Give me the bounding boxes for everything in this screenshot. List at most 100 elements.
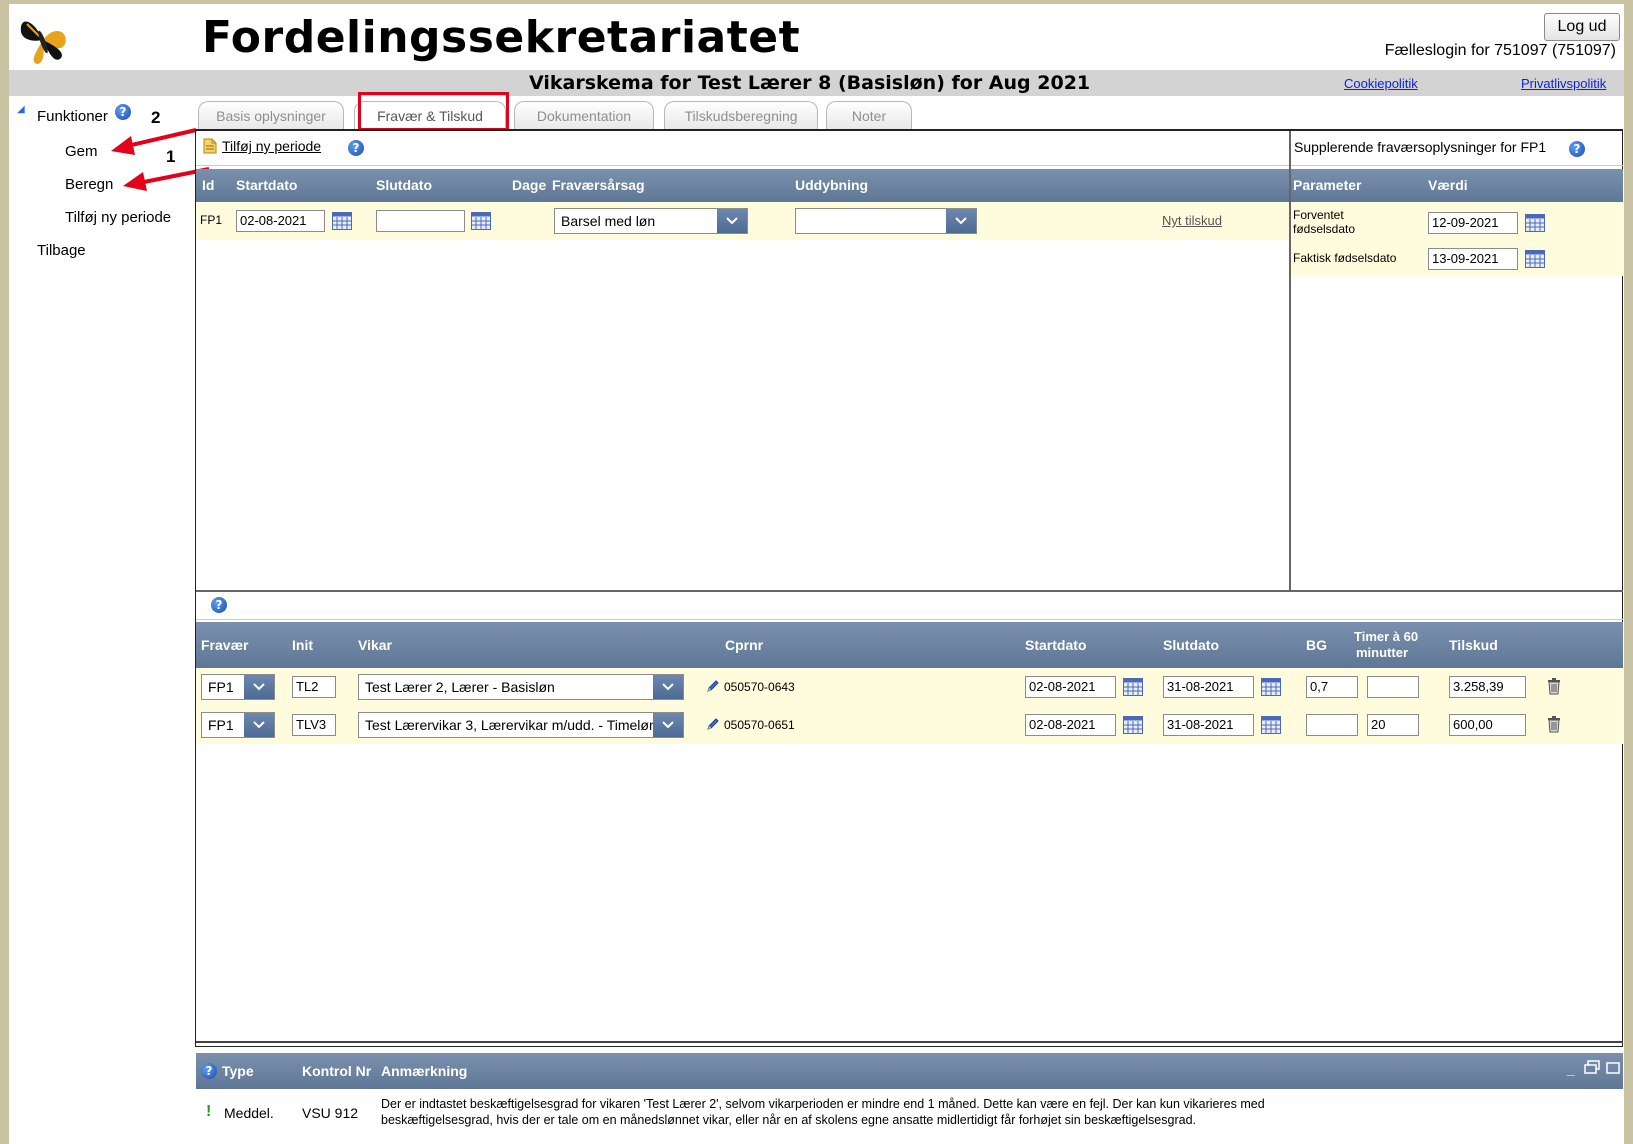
col-cprnr: Cprnr bbox=[725, 637, 764, 653]
help-icon[interactable]: ? bbox=[348, 140, 364, 156]
messages-table-header: ? Type Kontrol Nr Anmærkning _ bbox=[196, 1053, 1623, 1089]
chevron-down-icon[interactable] bbox=[946, 209, 976, 233]
col-tilskud: Tilskud bbox=[1449, 637, 1498, 653]
help-icon[interactable]: ? bbox=[211, 597, 227, 613]
bg-input[interactable]: 0,7 bbox=[1306, 676, 1358, 698]
sidebar-item-add-period[interactable]: Tilføj ny periode bbox=[65, 209, 171, 226]
chevron-down-icon[interactable] bbox=[653, 675, 683, 699]
supplement-rows: Forventet fødselsdato 12-09-2021 Faktisk… bbox=[1291, 202, 1623, 276]
add-period-link[interactable]: Tilføj ny periode bbox=[222, 138, 321, 154]
sidebar-section-label: Funktioner bbox=[37, 108, 108, 125]
new-subsidy-link[interactable]: Nyt tilskud bbox=[1162, 213, 1222, 228]
cpr-number: 050570-0651 bbox=[724, 718, 795, 732]
absence-select[interactable]: FP1 bbox=[201, 712, 275, 738]
absence-select[interactable]: FP1 bbox=[201, 674, 275, 700]
substitute-table-header: Fravær Init Vikar Cprnr Startdato Slutda… bbox=[196, 622, 1623, 668]
calendar-icon[interactable] bbox=[1261, 678, 1281, 696]
table-row: FP1 02-08-2021 Barsel med løn Nyt tilsku… bbox=[196, 202, 1289, 240]
tab-tilskudsberegning[interactable]: Tilskudsberegning bbox=[664, 101, 818, 129]
hours-input[interactable] bbox=[1367, 676, 1419, 698]
start-date-input[interactable]: 02-08-2021 bbox=[1025, 714, 1116, 736]
form-title: Vikarskema for Test Lærer 8 (Basisløn) f… bbox=[529, 72, 1091, 94]
col-vikar: Vikar bbox=[358, 637, 392, 653]
period-table-header: Id Startdato Slutdato Dage Fraværsårsag … bbox=[196, 169, 1289, 202]
calendar-icon[interactable] bbox=[1525, 214, 1545, 232]
subsidy-input[interactable]: 600,00 bbox=[1449, 714, 1526, 736]
substitute-value: Test Lærer 2, Lærer - Basisløn bbox=[365, 679, 555, 695]
app-window: Fordelingssekretariatet Log ud Fælleslog… bbox=[9, 4, 1624, 1144]
cookie-policy-link[interactable]: Cookiepolitik bbox=[1344, 76, 1418, 91]
absence-value: FP1 bbox=[208, 717, 234, 733]
substitute-select[interactable]: Test Lærervikar 3, Lærervikar m/udd. - T… bbox=[358, 712, 684, 738]
expected-birth-date-input[interactable]: 12-09-2021 bbox=[1428, 212, 1518, 234]
message-control-nr: VSU 912 bbox=[302, 1105, 359, 1121]
supplement-table-header: Parameter Værdi bbox=[1291, 169, 1623, 202]
init-input[interactable]: TL2 bbox=[292, 676, 336, 698]
col-hours-line2: minutter bbox=[1356, 645, 1408, 660]
tab-dokumentation[interactable]: Dokumentation bbox=[514, 101, 654, 129]
calendar-icon[interactable] bbox=[471, 212, 491, 230]
col-startdato: Startdato bbox=[236, 177, 298, 193]
param-actual-birth: Faktisk fødselsdato bbox=[1293, 251, 1397, 265]
messages-body: ! Meddel. VSU 912 Der er indtastet beskæ… bbox=[196, 1089, 1623, 1144]
chevron-down-icon[interactable] bbox=[653, 713, 683, 737]
calendar-icon[interactable] bbox=[332, 212, 352, 230]
bg-input[interactable] bbox=[1306, 714, 1358, 736]
message-text-line2: beskæftigelsesgrad, hvis der er tale om … bbox=[381, 1113, 1196, 1127]
sidebar-back-link[interactable]: Tilbage bbox=[37, 242, 86, 259]
start-date-input[interactable]: 02-08-2021 bbox=[236, 210, 325, 232]
col-type: Type bbox=[222, 1063, 254, 1079]
param-expected-birth-line2: fødselsdato bbox=[1293, 222, 1356, 236]
document-add-icon bbox=[203, 138, 217, 154]
init-input[interactable]: TLV3 bbox=[292, 714, 336, 736]
chevron-down-icon[interactable] bbox=[244, 675, 274, 699]
maximize-icon[interactable] bbox=[1606, 1062, 1620, 1074]
hours-input[interactable]: 20 bbox=[1367, 714, 1419, 736]
chevron-down-icon[interactable] bbox=[717, 209, 747, 233]
detail-select[interactable] bbox=[795, 208, 977, 234]
trash-icon[interactable] bbox=[1547, 715, 1561, 733]
col-parameter: Parameter bbox=[1293, 177, 1362, 193]
end-date-input[interactable]: 31-08-2021 bbox=[1163, 676, 1254, 698]
col-id: Id bbox=[202, 177, 215, 193]
substitute-value: Test Lærervikar 3, Lærervikar m/udd. - T… bbox=[365, 717, 657, 733]
pencil-icon[interactable] bbox=[706, 679, 720, 693]
trash-icon[interactable] bbox=[1547, 677, 1561, 695]
calendar-icon[interactable] bbox=[1525, 250, 1545, 268]
actual-birth-date-input[interactable]: 13-09-2021 bbox=[1428, 248, 1518, 270]
start-date-input[interactable]: 02-08-2021 bbox=[1025, 676, 1116, 698]
subsidy-input[interactable]: 3.258,39 bbox=[1449, 676, 1526, 698]
col-fravaer: Fravær bbox=[201, 637, 249, 653]
help-icon[interactable]: ? bbox=[1569, 141, 1585, 157]
chevron-down-icon[interactable] bbox=[244, 713, 274, 737]
substitute-select[interactable]: Test Lærer 2, Lærer - Basisløn bbox=[358, 674, 684, 700]
tab-noter[interactable]: Noter bbox=[826, 101, 912, 129]
logout-button[interactable]: Log ud bbox=[1544, 13, 1620, 41]
privacy-policy-link[interactable]: Privatlivspolitik bbox=[1521, 76, 1606, 91]
collapse-triangle-icon[interactable]: ◢ bbox=[17, 104, 25, 115]
table-row: FP1 TLV3 Test Lærervikar 3, Lærervikar m… bbox=[196, 706, 1623, 744]
col-init: Init bbox=[292, 637, 313, 653]
tab-basis-oplysninger[interactable]: Basis oplysninger bbox=[198, 101, 344, 129]
pencil-icon[interactable] bbox=[706, 717, 720, 731]
help-icon[interactable]: ? bbox=[201, 1063, 217, 1079]
minimize-icon[interactable]: _ bbox=[1567, 1061, 1575, 1077]
calendar-icon[interactable] bbox=[1123, 716, 1143, 734]
annotation-number-2: 2 bbox=[151, 108, 161, 127]
end-date-input[interactable] bbox=[376, 210, 465, 232]
calendar-icon[interactable] bbox=[1261, 716, 1281, 734]
col-vaerdi: Værdi bbox=[1428, 177, 1468, 193]
col-uddybning: Uddybning bbox=[795, 177, 869, 193]
absence-reason-select[interactable]: Barsel med løn bbox=[554, 208, 748, 234]
message-text-line1: Der er indtastet beskæftigelsesgrad for … bbox=[381, 1097, 1265, 1111]
absence-reason-value: Barsel med løn bbox=[561, 213, 656, 229]
col-startdato: Startdato bbox=[1025, 637, 1087, 653]
calendar-icon[interactable] bbox=[1123, 678, 1143, 696]
param-expected-birth-line1: Forventet bbox=[1293, 208, 1344, 222]
end-date-input[interactable]: 31-08-2021 bbox=[1163, 714, 1254, 736]
messages-divider bbox=[196, 1041, 1623, 1043]
message-type: Meddel. bbox=[224, 1105, 274, 1121]
sidebar-item-gem[interactable]: Gem bbox=[65, 143, 98, 160]
restore-icon[interactable] bbox=[1584, 1060, 1600, 1074]
col-fravaersarsag: Fraværsårsag bbox=[552, 177, 645, 193]
